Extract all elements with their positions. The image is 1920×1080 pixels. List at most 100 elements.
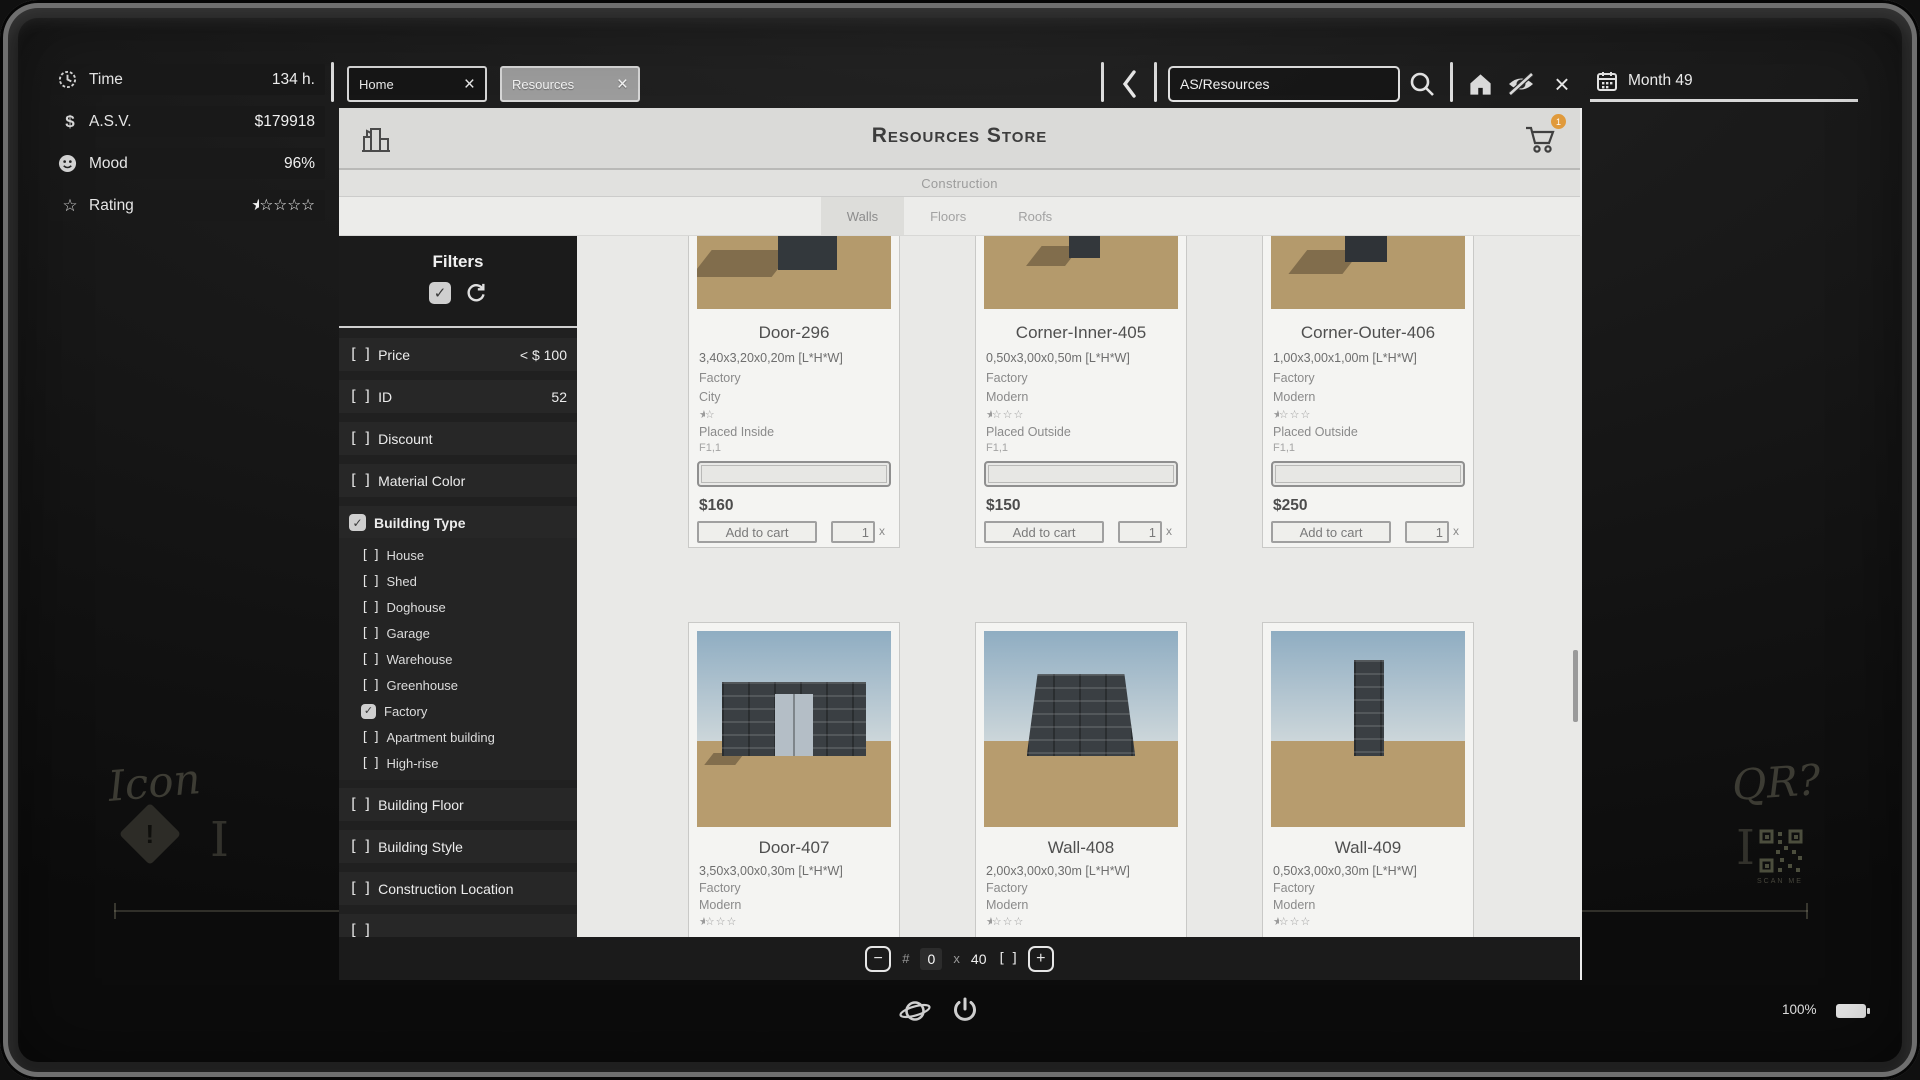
subtab-walls[interactable]: Walls bbox=[821, 197, 904, 235]
checkbox-unchecked: [ ] bbox=[361, 627, 378, 640]
quantity-unit: x bbox=[1166, 524, 1172, 538]
page-prev-button[interactable]: − bbox=[865, 946, 891, 972]
topbar-separator bbox=[1450, 62, 1453, 102]
store-header: Resources Store 1 bbox=[339, 108, 1580, 170]
subtab-floors[interactable]: Floors bbox=[904, 197, 992, 235]
filter-discount[interactable]: [ ] Discount bbox=[339, 422, 577, 455]
option-apartment-building[interactable]: [ ] Apartment building bbox=[339, 724, 577, 750]
quantity-input[interactable]: 1 bbox=[1405, 521, 1449, 543]
filters-master-checkbox[interactable]: ✓ bbox=[429, 282, 451, 304]
search-icon[interactable] bbox=[1406, 68, 1438, 100]
doodle-tick-right bbox=[1806, 903, 1808, 919]
add-to-cart-button[interactable]: Add to cart bbox=[697, 521, 817, 543]
option-high-rise[interactable]: [ ] High-rise bbox=[339, 750, 577, 776]
page-hash: # bbox=[902, 951, 909, 966]
address-bar[interactable] bbox=[1168, 66, 1400, 102]
back-button[interactable] bbox=[1116, 66, 1142, 102]
filter-material-color[interactable]: [ ] Material Color bbox=[339, 464, 577, 497]
stat-row-mood: Mood 96% bbox=[49, 148, 325, 179]
product-dimensions: 3,50x3,00x0,30m [L*H*W] bbox=[699, 864, 893, 878]
topbar-separator bbox=[1154, 62, 1157, 102]
option-warehouse[interactable]: [ ] Warehouse bbox=[339, 646, 577, 672]
cart-button[interactable] bbox=[1522, 122, 1558, 156]
product-price: $150 bbox=[986, 497, 1020, 515]
product-text-input[interactable] bbox=[984, 461, 1178, 487]
grid-scrollbar[interactable] bbox=[1573, 650, 1578, 722]
address-input[interactable] bbox=[1170, 68, 1398, 100]
subtab-roofs[interactable]: Roofs bbox=[992, 197, 1078, 235]
product-name: Door-407 bbox=[689, 838, 899, 858]
month-underline bbox=[1590, 99, 1858, 102]
option-factory[interactable]: ✓ Factory bbox=[339, 698, 577, 724]
checkbox-unchecked: [ ] bbox=[361, 549, 378, 562]
tab-resources[interactable]: Resources × bbox=[500, 66, 640, 102]
product-style: City bbox=[699, 390, 893, 404]
product-image bbox=[984, 236, 1178, 309]
home-icon[interactable] bbox=[1464, 68, 1496, 100]
power-icon[interactable] bbox=[948, 994, 982, 1028]
option-garage[interactable]: [ ] Garage bbox=[339, 620, 577, 646]
star-icon: ☆ bbox=[58, 197, 82, 214]
page-total: 40 bbox=[971, 951, 987, 967]
page-current: 0 bbox=[920, 948, 942, 970]
checkbox-unchecked: [ ] bbox=[361, 575, 378, 588]
option-shed[interactable]: [ ] Shed bbox=[339, 568, 577, 594]
checkbox-unchecked: [ ] bbox=[361, 757, 378, 770]
option-house[interactable]: [ ] House bbox=[339, 542, 577, 568]
checkbox-unchecked: [ ] bbox=[349, 797, 370, 812]
eye-hidden-icon[interactable] bbox=[1504, 68, 1538, 100]
option-greenhouse[interactable]: [ ] Greenhouse bbox=[339, 672, 577, 698]
tablet-screen: Icon ! I QR? I SCAN ME Time 134 h. $ A.S… bbox=[0, 0, 1920, 1080]
doodle-tick bbox=[114, 903, 116, 919]
quantity-input[interactable]: 1 bbox=[1118, 521, 1162, 543]
option-doghouse[interactable]: [ ] Doghouse bbox=[339, 594, 577, 620]
close-icon[interactable]: × bbox=[1548, 68, 1576, 100]
category-tab-construction[interactable]: Construction bbox=[339, 170, 1580, 197]
filters-divider bbox=[339, 326, 577, 328]
filter-building-style[interactable]: [ ] Building Style bbox=[339, 830, 577, 863]
filter-id[interactable]: [ ] ID 52 bbox=[339, 380, 577, 413]
dollar-icon: $ bbox=[58, 113, 82, 130]
tab-home[interactable]: Home × bbox=[347, 66, 487, 102]
quantity-input[interactable]: 1 bbox=[831, 521, 875, 543]
stat-label: Time bbox=[89, 71, 272, 89]
smiley-icon bbox=[58, 154, 82, 173]
product-dimensions: 3,40x3,20x0,20m [L*H*W] bbox=[699, 351, 893, 365]
add-to-cart-button[interactable]: Add to cart bbox=[1271, 521, 1391, 543]
product-text-input[interactable] bbox=[1271, 461, 1465, 487]
product-building-type: Factory bbox=[699, 371, 893, 385]
product-building-type: Factory bbox=[1273, 371, 1467, 385]
product-text-input[interactable] bbox=[697, 461, 891, 487]
doodle-icon-label: Icon bbox=[106, 754, 202, 811]
subtab-bar: Walls Floors Roofs bbox=[339, 197, 1580, 236]
close-tab-icon[interactable]: × bbox=[617, 75, 628, 94]
filter-partial-row[interactable]: [ ] bbox=[339, 914, 577, 937]
checkbox-unchecked: [ ] bbox=[361, 679, 378, 692]
product-dimensions: 0,50x3,00x0,30m [L*H*W] bbox=[1273, 864, 1467, 878]
page-brackets-checkbox[interactable]: [ ] bbox=[998, 951, 1017, 967]
product-placement: Placed Inside bbox=[699, 425, 893, 439]
battery-percentage: 100% bbox=[1782, 1002, 1817, 1017]
rating-stars: ★☆☆☆☆ bbox=[251, 196, 315, 215]
stat-label: A.S.V. bbox=[89, 113, 255, 131]
battery-icon bbox=[1834, 1002, 1872, 1020]
filter-building-floor[interactable]: [ ] Building Floor bbox=[339, 788, 577, 821]
product-name: Wall-409 bbox=[1263, 838, 1473, 858]
filter-price[interactable]: [ ] Price < $ 100 bbox=[339, 338, 577, 371]
product-building-type: Factory bbox=[699, 881, 893, 895]
stat-row-rating: ☆ Rating ★☆☆☆☆ bbox=[49, 190, 325, 221]
quantity-unit: x bbox=[1453, 524, 1459, 538]
add-to-cart-button[interactable]: Add to cart bbox=[984, 521, 1104, 543]
store-logo-icon bbox=[359, 122, 393, 156]
filter-building-type[interactable]: ✓ Building Type bbox=[339, 506, 577, 539]
product-dimensions: 1,00x3,00x1,00m [L*H*W] bbox=[1273, 351, 1467, 365]
stat-row-asv: $ A.S.V. $179918 bbox=[49, 106, 325, 137]
filters-title: Filters bbox=[339, 252, 577, 272]
product-card-corner-outer-406: Corner-Outer-406 1,00x3,00x1,00m [L*H*W]… bbox=[1262, 236, 1474, 548]
page-next-button[interactable]: + bbox=[1028, 946, 1054, 972]
planet-icon[interactable] bbox=[897, 992, 933, 1030]
close-tab-icon[interactable]: × bbox=[464, 75, 475, 94]
product-rating: ★☆☆☆ bbox=[1273, 408, 1311, 421]
filters-reset-icon[interactable] bbox=[465, 282, 487, 304]
filter-construction-location[interactable]: [ ] Construction Location bbox=[339, 872, 577, 905]
